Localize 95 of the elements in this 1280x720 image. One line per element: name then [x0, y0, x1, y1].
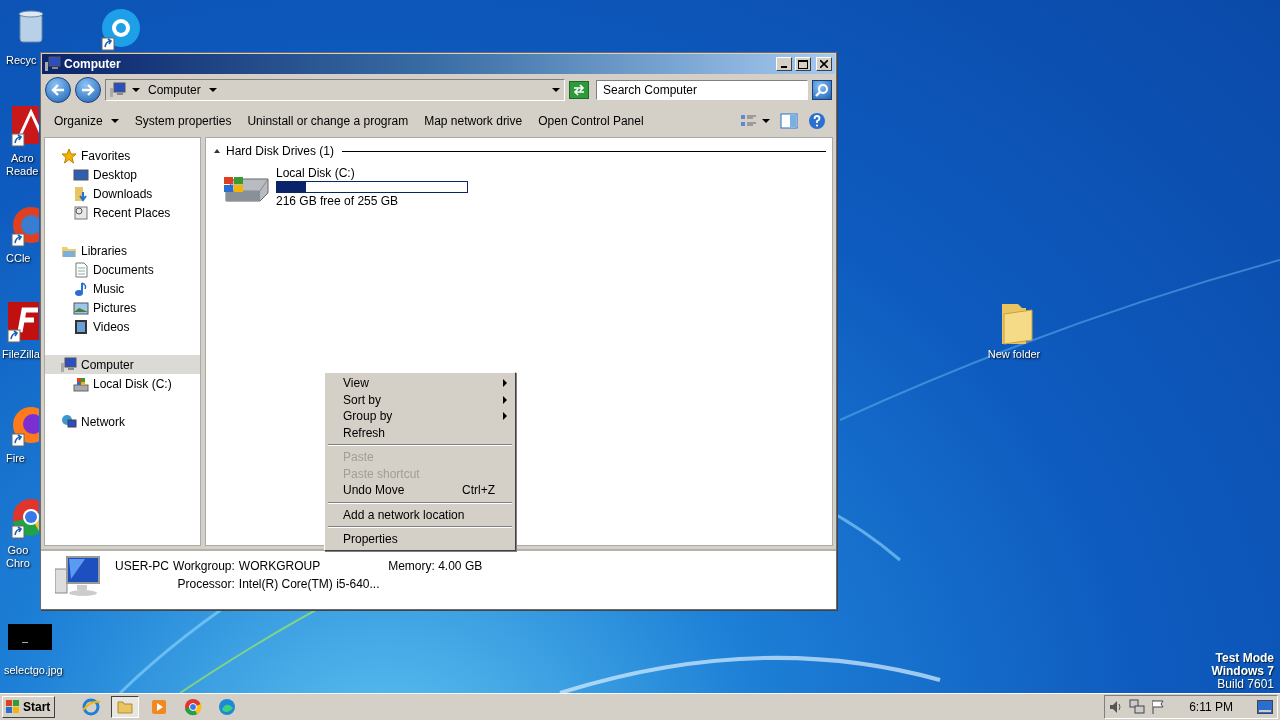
group-header[interactable]: Hard Disk Drives (1) — [226, 144, 334, 158]
speaker-icon[interactable] — [1109, 700, 1124, 714]
edition-text: Build 7601 — [1217, 678, 1274, 691]
network-icon[interactable] — [1129, 699, 1146, 715]
drive-free-space: 216 GB free of 255 GB — [276, 194, 400, 208]
edition-text: Windows 7 — [1211, 665, 1274, 678]
menu-item[interactable]: Group by — [327, 408, 513, 425]
edition-text: Test Mode — [1215, 652, 1274, 665]
breadcrumb[interactable]: Computer — [146, 83, 203, 97]
nav-item[interactable]: Desktop — [45, 165, 200, 184]
refresh-arrows-icon — [572, 84, 586, 96]
folder-icon — [116, 698, 135, 716]
flag-icon[interactable] — [1151, 699, 1166, 715]
nav-item[interactable]: Local Disk (C:) — [45, 374, 200, 393]
caret-icon — [110, 119, 119, 123]
desktop-icon-label: Fire — [6, 452, 25, 465]
workgroup-value: WORKGROUP — [238, 559, 321, 573]
memory-text: Memory: 4.00 GB — [388, 559, 483, 573]
toolbar-button[interactable]: Open Control Panel — [531, 111, 651, 131]
caret-icon[interactable] — [132, 88, 140, 92]
computer-icon — [45, 56, 61, 72]
search-button[interactable] — [812, 80, 832, 100]
browser-icon — [82, 698, 101, 716]
drive-name[interactable]: Local Disk (C:) — [276, 166, 468, 180]
music-icon — [73, 280, 89, 297]
videos-icon — [73, 318, 89, 335]
dropdown-caret-icon[interactable] — [552, 88, 560, 92]
processor-label: Processor: — [176, 577, 235, 591]
close-button[interactable] — [816, 57, 832, 71]
toolbar-button[interactable]: System properties — [127, 111, 239, 131]
app-shortcut-icon[interactable] — [10, 104, 39, 150]
nav-item[interactable]: Pictures — [45, 298, 200, 317]
menu-item[interactable]: Sort by — [327, 391, 513, 408]
nav-item[interactable]: Network — [45, 412, 200, 431]
disk-icon — [73, 375, 89, 392]
nav-item[interactable]: Libraries — [45, 241, 200, 260]
nav-item[interactable]: Videos — [45, 317, 200, 336]
network-icon — [61, 413, 77, 430]
nav-item[interactable]: Music — [45, 279, 200, 298]
desktop-icon-label: Acro Reade — [6, 152, 39, 178]
forward-button[interactable] — [75, 77, 101, 103]
forward-arrow-icon — [81, 84, 95, 96]
star-icon — [61, 147, 77, 164]
menu-item[interactable]: Add a network location — [327, 506, 513, 523]
clock[interactable]: 6:11 PM — [1189, 700, 1233, 714]
windows-logo-icon — [5, 699, 21, 715]
computer-icon — [55, 555, 101, 597]
menu-item[interactable]: Properties — [327, 531, 513, 548]
address-bar[interactable]: Computer — [105, 79, 565, 101]
refresh-button[interactable] — [569, 81, 589, 99]
processor-value: Intel(R) Core(TM) i5-640... — [238, 577, 381, 591]
back-button[interactable] — [45, 77, 71, 103]
nav-item[interactable]: Documents — [45, 260, 200, 279]
collapse-caret-icon[interactable] — [214, 149, 220, 153]
desktop-icon-label: selectgo.jpg — [4, 664, 63, 677]
maximize-icon — [798, 59, 808, 69]
minimize-button[interactable] — [776, 57, 792, 71]
toolbar-button[interactable]: Organize — [47, 111, 126, 131]
nav-item[interactable]: Favorites — [45, 146, 200, 165]
computer-name: USER-PC — [115, 559, 169, 573]
browser-icon — [218, 698, 237, 716]
pictures-icon — [73, 299, 89, 316]
workgroup-label: Workgroup: — [173, 559, 235, 573]
nav-item[interactable]: Recent Places — [45, 203, 200, 222]
desktop-icon-label: CCle — [6, 252, 31, 265]
browser-icon — [184, 698, 203, 716]
back-arrow-icon — [51, 84, 65, 96]
nav-item[interactable]: Downloads — [45, 184, 200, 203]
toolbar-button[interactable]: Uninstall or change a program — [240, 111, 416, 131]
computer-icon — [61, 356, 77, 373]
desktop-icon-label: FileZilla — [2, 348, 40, 361]
menu-item[interactable]: Refresh — [327, 424, 513, 441]
desktop-icon — [73, 166, 89, 183]
desktop-icon-label: Goo Chro — [6, 544, 30, 570]
search-icon — [815, 83, 829, 97]
window-title: Computer — [64, 57, 122, 71]
menu-item[interactable]: View — [327, 375, 513, 392]
recent-icon — [73, 204, 89, 221]
close-icon — [820, 60, 828, 68]
computer-icon — [110, 82, 126, 98]
taskbar-app-button[interactable] — [111, 696, 140, 718]
search-field[interactable]: Search Computer — [596, 80, 808, 100]
menu-item[interactable]: Undo Move Ctrl+Z — [327, 482, 513, 499]
play-icon — [150, 698, 169, 716]
maximize-button[interactable] — [795, 57, 811, 71]
start-button[interactable]: Start — [2, 696, 56, 718]
caret-icon[interactable] — [208, 88, 217, 92]
document-icon — [73, 261, 89, 278]
show-desktop-icon[interactable] — [1257, 700, 1273, 714]
desktop-icon-label: Recyc — [6, 54, 37, 67]
desktop-icon-label: New folder — [987, 348, 1041, 361]
app-shortcut-icon[interactable] — [6, 300, 39, 346]
nav-item[interactable]: Computer — [45, 355, 200, 374]
downloads-icon — [73, 185, 89, 202]
toolbar-button[interactable]: Map network drive — [417, 111, 530, 131]
